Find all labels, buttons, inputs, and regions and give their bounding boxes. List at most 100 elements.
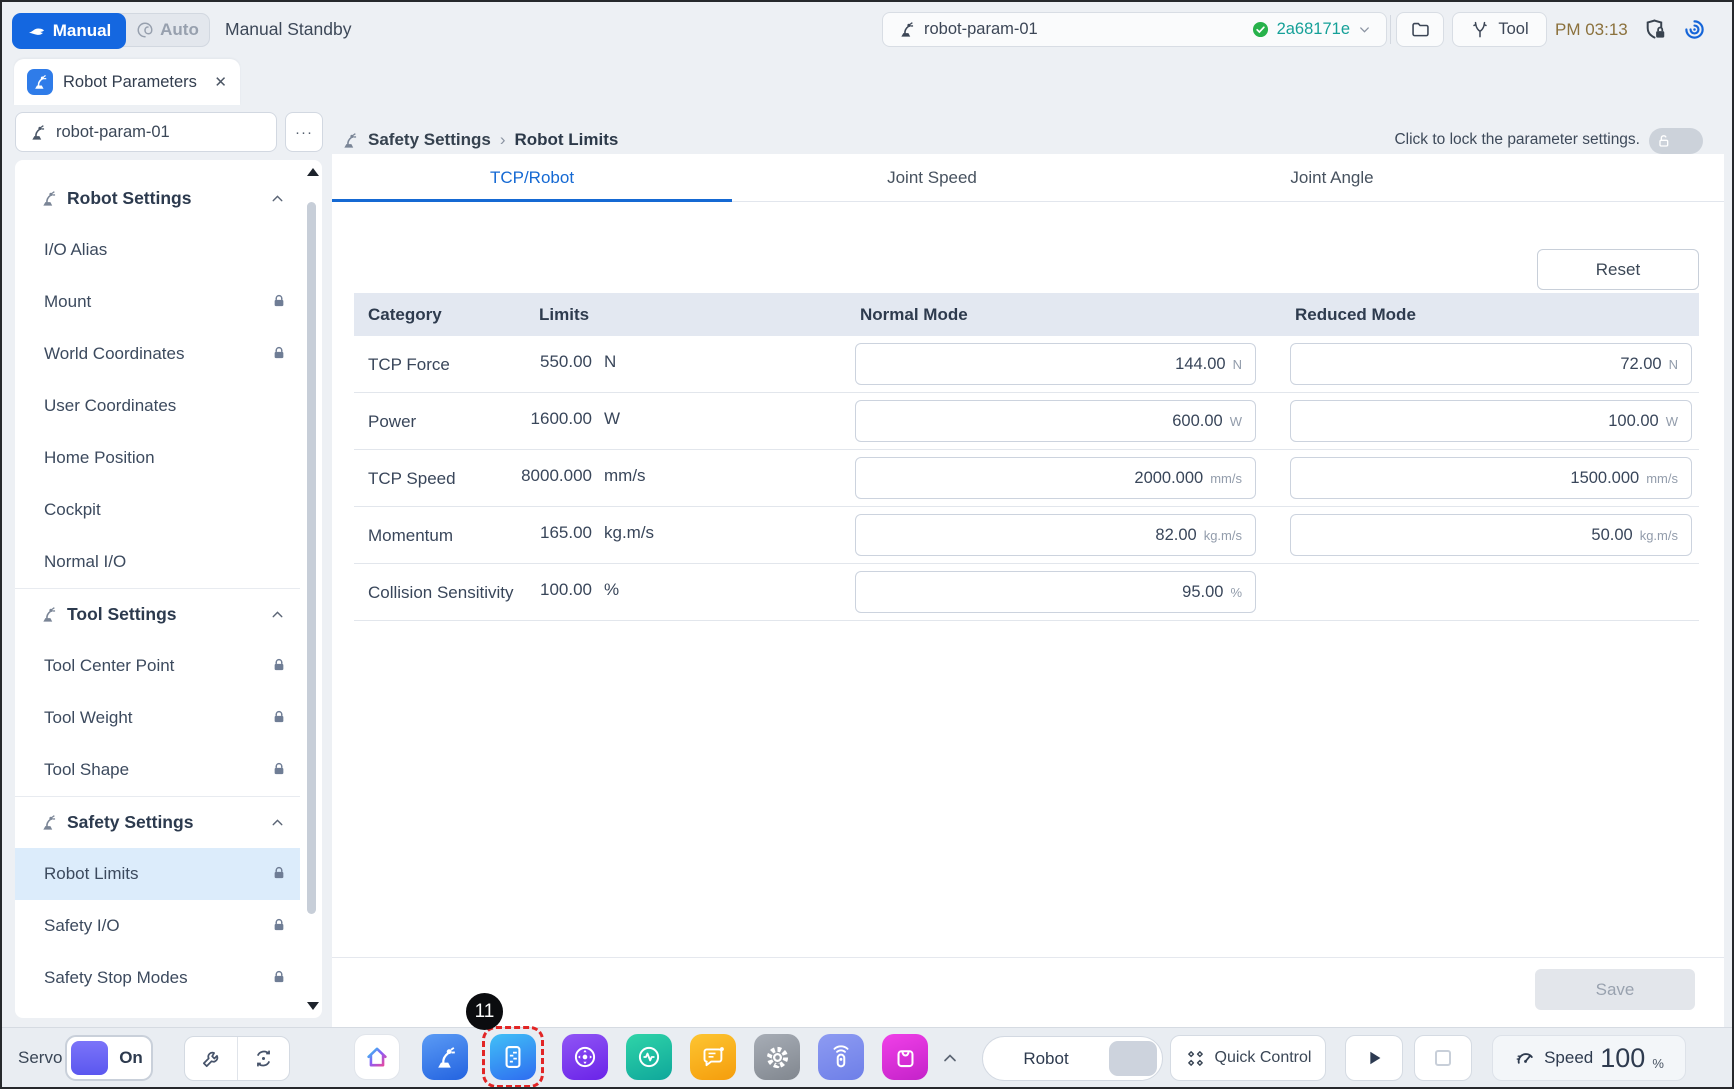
limit-unit: W xyxy=(604,409,620,429)
reset-button[interactable]: Reset xyxy=(1537,249,1699,290)
play-button[interactable] xyxy=(1345,1035,1403,1081)
stop-button[interactable] xyxy=(1414,1035,1472,1081)
scrollbar-thumb[interactable] xyxy=(307,202,316,914)
chevron-up-icon[interactable] xyxy=(269,190,286,207)
stop-icon xyxy=(1435,1050,1451,1066)
sidebar-item-world-coordinates[interactable]: World Coordinates xyxy=(15,328,300,380)
sidebar-item-cockpit[interactable]: Cockpit xyxy=(15,484,300,536)
parameter-lock-toggle[interactable] xyxy=(1649,128,1703,154)
breadcrumb-section[interactable]: Safety Settings xyxy=(368,130,491,150)
servo-state: On xyxy=(111,1037,151,1079)
quick-control-icon xyxy=(1185,1048,1206,1069)
monitoring-icon xyxy=(635,1043,663,1071)
reduced-mode-input[interactable]: 1500.000mm/s xyxy=(1290,457,1692,499)
open-file-button[interactable] xyxy=(1396,12,1444,47)
chevron-up-icon[interactable] xyxy=(269,814,286,831)
reduced-mode-input[interactable]: 100.00W xyxy=(1290,400,1692,442)
dock-program-document-button[interactable] xyxy=(490,1034,536,1080)
lock-icon xyxy=(270,916,288,934)
normal-mode-input[interactable]: 95.00% xyxy=(855,571,1256,613)
sidebar-item-safety-stop-modes[interactable]: Safety Stop Modes xyxy=(15,952,300,1004)
close-tab-icon[interactable]: ✕ xyxy=(214,73,227,91)
sync-button[interactable] xyxy=(1682,17,1707,42)
quick-control-button[interactable]: Quick Control xyxy=(1170,1035,1326,1081)
sidebar-section-robot-settings[interactable]: Robot Settings xyxy=(15,172,300,224)
dock-jog-button[interactable] xyxy=(562,1034,608,1080)
dock-log-button[interactable] xyxy=(690,1034,736,1080)
table-row: TCP Speed 8000.000mm/s 2000.000mm/s 1500… xyxy=(354,450,1699,507)
sidebar-item-tool-shape[interactable]: Tool Shape xyxy=(15,744,300,796)
chevron-up-icon[interactable] xyxy=(269,606,286,623)
active-program-selector[interactable]: robot-param-01 2a68171e xyxy=(882,12,1387,47)
tool-button[interactable]: Tool xyxy=(1452,12,1547,47)
robot-icon xyxy=(39,813,58,832)
dock-settings-button[interactable] xyxy=(754,1034,800,1080)
robot-sim-toggle[interactable]: Robot xyxy=(982,1036,1163,1081)
operation-mode-toggle[interactable]: Auto Manual xyxy=(12,13,210,47)
settings-gear-icon xyxy=(764,1044,791,1071)
sidebar-item-mount[interactable]: Mount xyxy=(15,276,300,328)
sidebar-section-tool-settings[interactable]: Tool Settings xyxy=(15,588,300,640)
sidebar-item-normal-io[interactable]: Normal I/O xyxy=(15,536,300,588)
auto-mode-label: Auto xyxy=(160,20,199,40)
re-sync-button[interactable] xyxy=(237,1037,289,1080)
chevron-up-icon xyxy=(940,1048,960,1068)
save-button[interactable]: Save xyxy=(1535,969,1695,1010)
dock-store-button[interactable] xyxy=(882,1034,928,1080)
normal-mode-input[interactable]: 144.00N xyxy=(855,343,1256,385)
commit-hash: 2a68171e xyxy=(1277,20,1350,39)
dock-expand-button[interactable] xyxy=(940,1048,960,1068)
scroll-up-icon[interactable] xyxy=(307,168,319,176)
parameter-file-name: robot-param-01 xyxy=(56,123,170,142)
manual-mode-label: Manual xyxy=(53,21,112,41)
shield-lock-icon xyxy=(1643,17,1668,42)
servo-toggle[interactable]: On xyxy=(65,1035,153,1081)
robot-icon xyxy=(39,605,58,624)
speed-control[interactable]: Speed 100 % xyxy=(1492,1035,1686,1081)
parameter-file-name-field[interactable]: robot-param-01 xyxy=(15,112,277,152)
sidebar-item-tool-center-point[interactable]: Tool Center Point xyxy=(15,640,300,692)
breadcrumb-separator: › xyxy=(500,130,506,150)
sidebar-section-safety-settings[interactable]: Safety Settings xyxy=(15,796,300,848)
top-bar-divider xyxy=(1390,15,1391,44)
robot-toggle-knob xyxy=(1109,1041,1157,1076)
tab-tcp-robot[interactable]: TCP/Robot xyxy=(332,154,732,202)
normal-mode-input[interactable]: 2000.000mm/s xyxy=(855,457,1256,499)
breadcrumb-page: Robot Limits xyxy=(514,130,618,150)
auto-mode-button[interactable]: Auto xyxy=(126,14,209,46)
scroll-down-icon[interactable] xyxy=(307,1002,319,1010)
tab-joint-angle[interactable]: Joint Angle xyxy=(1132,154,1532,202)
sidebar-item-user-coordinates[interactable]: User Coordinates xyxy=(15,380,300,432)
manual-mode-button[interactable]: Manual xyxy=(12,13,126,49)
limit-value: 8000.000 xyxy=(354,466,592,486)
log-message-icon xyxy=(700,1044,727,1071)
lock-icon xyxy=(270,760,288,778)
dock-robot-parameters-button[interactable] xyxy=(422,1034,468,1080)
sidebar-item-safety-io[interactable]: Safety I/O xyxy=(15,900,300,952)
speed-label: Speed xyxy=(1544,1048,1593,1068)
robot-controller-window: Auto Manual Manual Standby robot-param-0… xyxy=(0,0,1734,1089)
normal-mode-input[interactable]: 82.00kg.m/s xyxy=(855,514,1256,556)
clock-text: PM 03:13 xyxy=(1555,2,1628,57)
reduced-mode-input[interactable]: 50.00kg.m/s xyxy=(1290,514,1692,556)
sidebar-item-robot-limits[interactable]: Robot Limits xyxy=(15,848,300,900)
sidebar-item-home-position[interactable]: Home Position xyxy=(15,432,300,484)
dock-remote-control-button[interactable] xyxy=(818,1034,864,1080)
maintenance-button[interactable] xyxy=(185,1037,237,1080)
dock-monitoring-button[interactable] xyxy=(626,1034,672,1080)
limit-unit: % xyxy=(604,580,619,600)
safety-shield-button[interactable] xyxy=(1643,17,1668,42)
servo-label: Servo xyxy=(18,1028,62,1088)
tab-joint-speed[interactable]: Joint Speed xyxy=(732,154,1132,202)
normal-mode-input[interactable]: 600.00W xyxy=(855,400,1256,442)
limit-unit: mm/s xyxy=(604,466,646,486)
sidebar-scrollbar[interactable] xyxy=(300,160,322,1018)
table-row: TCP Force 550.00N 144.00N 72.00N xyxy=(354,336,1699,393)
tab-robot-parameters[interactable]: Robot Parameters ✕ xyxy=(14,59,240,105)
dock-home-button[interactable] xyxy=(354,1034,400,1080)
lock-hint-text: Click to lock the parameter settings. xyxy=(1322,122,1640,158)
reduced-mode-input[interactable]: 72.00N xyxy=(1290,343,1692,385)
sidebar-item-io-alias[interactable]: I/O Alias xyxy=(15,224,300,276)
sidebar-item-tool-weight[interactable]: Tool Weight xyxy=(15,692,300,744)
more-options-button[interactable]: ··· xyxy=(285,112,323,152)
